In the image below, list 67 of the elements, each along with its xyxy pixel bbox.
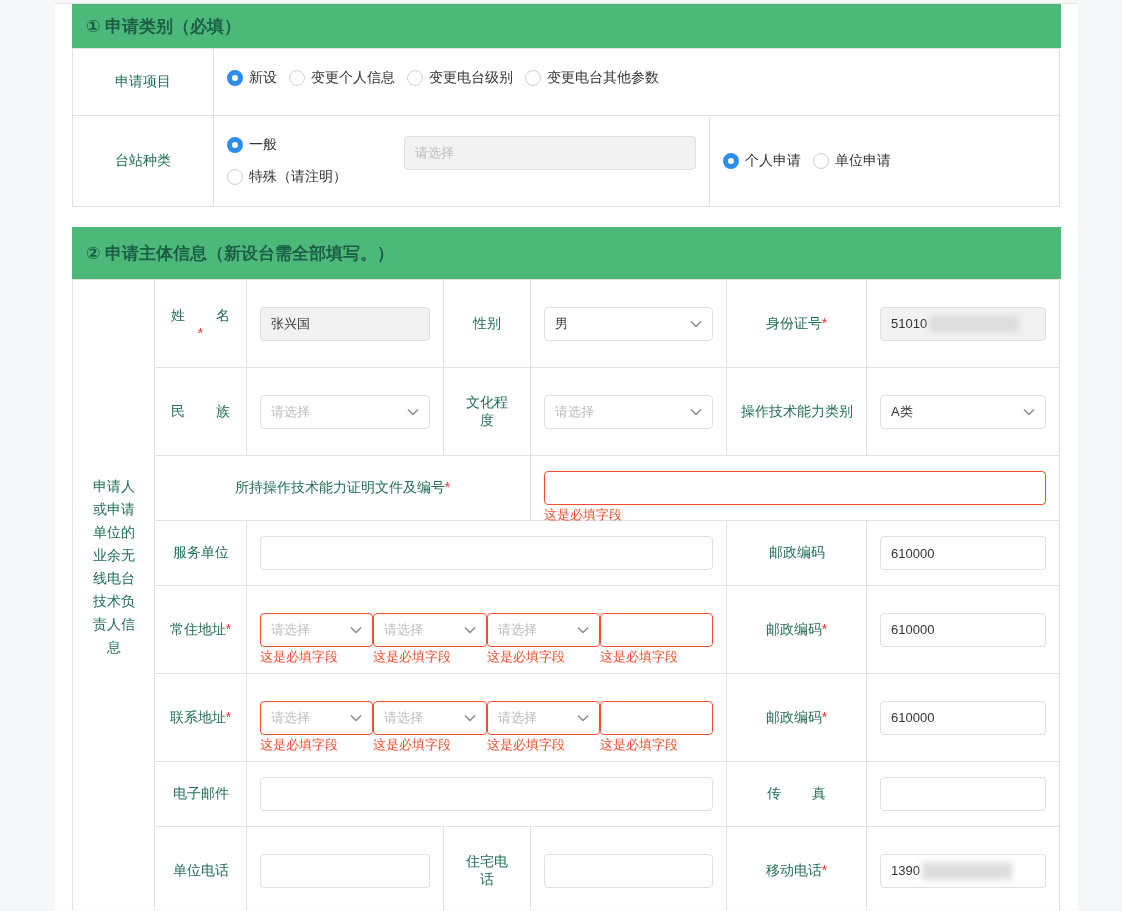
field-label: 性别: [471, 314, 502, 333]
radio-option[interactable]: 变更电台级别: [407, 69, 513, 87]
error-message: 这是必填字段: [599, 648, 678, 665]
radio-option[interactable]: 变更电台其他参数: [525, 69, 659, 87]
field-label: 常住地址: [169, 620, 226, 637]
field-label: 操作技术能力类别: [740, 402, 853, 421]
error-message: 这是必填字段: [486, 648, 565, 665]
chevron-down-icon: [690, 319, 702, 328]
input-field[interactable]: 610000: [880, 700, 1046, 735]
radio-option[interactable]: 特殊（请注明）: [227, 168, 347, 186]
error-message: 这是必填字段: [544, 507, 622, 523]
field-label: 台站种类: [115, 152, 171, 168]
field-label: 文化程度: [465, 393, 509, 430]
radio-option[interactable]: 变更个人信息: [289, 69, 395, 87]
field-label: 传 真: [766, 785, 827, 803]
required-mark: *: [821, 708, 828, 725]
chevron-down-icon: [407, 407, 419, 416]
input-field[interactable]: 610000: [880, 612, 1046, 647]
field-label: 联系地址: [169, 708, 226, 725]
required-mark: *: [225, 708, 232, 725]
chevron-down-icon: [576, 625, 589, 634]
chevron-down-icon: [350, 625, 363, 634]
radio-option[interactable]: 个人申请: [723, 152, 801, 170]
section-header: ② 申请主体信息（新设台需全部填写。）: [72, 227, 1061, 279]
radio-option[interactable]: 一般: [227, 136, 277, 154]
field-label: 民 族: [170, 402, 231, 421]
field-label: 服务单位: [172, 544, 229, 560]
chevron-down-icon: [350, 713, 363, 722]
required-mark: *: [225, 620, 232, 637]
error-message: 这是必填字段: [599, 736, 678, 753]
required-mark: *: [821, 314, 828, 331]
input-field[interactable]: 1390: [880, 853, 1046, 888]
radio-option[interactable]: 单位申请: [813, 152, 891, 170]
radio-option[interactable]: 新设: [227, 69, 277, 87]
error-message: 这是必填字段: [260, 648, 338, 665]
section-header: ① 申请类别（必填）: [72, 4, 1061, 48]
required-mark: *: [821, 861, 828, 878]
field-label: 单位电话: [172, 861, 229, 878]
field-label: 邮政编码: [765, 620, 822, 637]
required-mark: *: [197, 324, 204, 341]
required-mark: *: [444, 479, 451, 495]
required-mark: *: [821, 620, 828, 637]
chevron-down-icon: [463, 713, 476, 722]
field-label: 邮政编码: [765, 708, 822, 725]
select-field[interactable]: 男: [544, 306, 713, 341]
field-label: 姓 名: [170, 306, 231, 325]
input-field[interactable]: [599, 612, 713, 647]
field-label: 电子邮件: [172, 785, 229, 801]
field-label: 住宅电话: [465, 852, 509, 889]
field-label: 所持操作技术能力证明文件及编号: [234, 479, 445, 495]
chevron-down-icon: [1023, 407, 1035, 416]
field-label: 移动电话: [765, 861, 822, 880]
field-label: 申请项目: [115, 73, 171, 89]
input-field[interactable]: [544, 471, 1046, 505]
chevron-down-icon: [576, 713, 589, 722]
error-message: 这是必填字段: [373, 648, 452, 665]
error-message: 这是必填字段: [373, 736, 452, 753]
input-field[interactable]: 610000: [880, 536, 1046, 570]
chevron-down-icon: [690, 407, 702, 416]
chevron-down-icon: [463, 625, 476, 634]
applicant-group-label: 申请人或申请单位的业余无线电台技术负责人信息: [91, 477, 136, 657]
select-field[interactable]: A类: [880, 394, 1046, 429]
error-message: 这是必填字段: [260, 736, 338, 753]
error-message: 这是必填字段: [486, 736, 565, 753]
field-label: 邮政编码: [768, 544, 825, 560]
field-label: 身份证号: [765, 314, 822, 333]
input-field[interactable]: [599, 700, 713, 735]
